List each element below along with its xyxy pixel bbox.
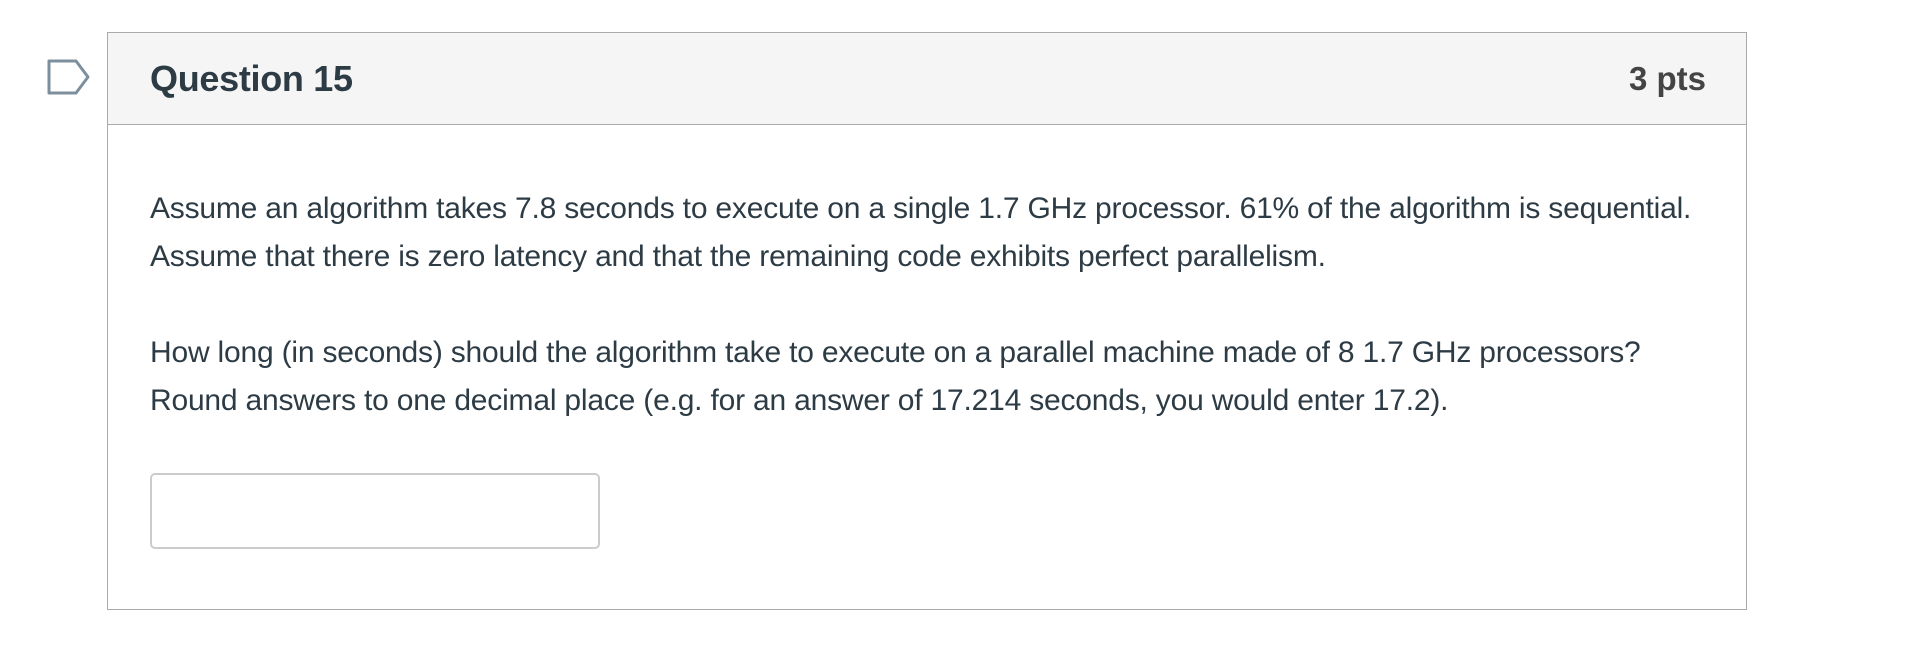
question-paragraph: Assume an algorithm takes 7.8 seconds to…	[150, 192, 1692, 273]
question-body: Assume an algorithm takes 7.8 seconds to…	[108, 125, 1746, 549]
flag-question-icon[interactable]	[46, 58, 92, 96]
question-card: Question 15 3 pts Assume an algorithm ta…	[107, 32, 1747, 610]
question-title: Question 15	[150, 57, 353, 99]
question-paragraph: How long (in seconds) should the algorit…	[150, 336, 1641, 417]
answer-input[interactable]	[150, 473, 600, 549]
question-header: Question 15 3 pts	[108, 33, 1746, 125]
question-text: Assume an algorithm takes 7.8 seconds to…	[150, 185, 1704, 425]
question-points: 3 pts	[1628, 59, 1706, 97]
